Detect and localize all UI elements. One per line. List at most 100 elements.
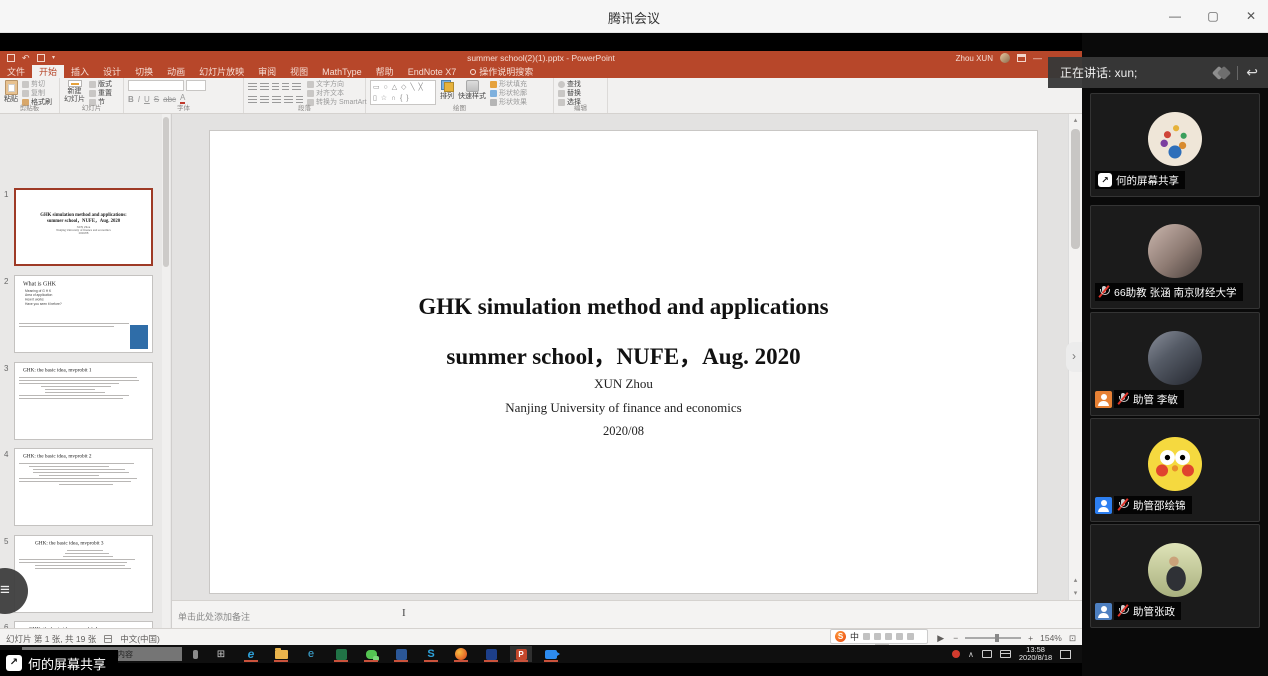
sogou-keyboard-icon[interactable] <box>885 633 892 640</box>
tab-insert[interactable]: 插入 <box>64 65 96 78</box>
tell-me-search[interactable]: 操作说明搜索 <box>463 65 540 78</box>
taskbar-edge-icon[interactable]: e <box>240 646 262 662</box>
qat-dropdown-icon[interactable]: ▾ <box>52 54 60 62</box>
sogou-mic-icon[interactable] <box>874 633 881 640</box>
taskbar-firefox-icon[interactable] <box>450 646 472 662</box>
tab-mathtype[interactable]: MathType <box>315 65 369 78</box>
replace-button[interactable]: 替换 <box>558 90 581 97</box>
align-text-button[interactable]: 对齐文本 <box>307 90 367 97</box>
sogou-emoji-icon[interactable] <box>896 633 903 640</box>
account-name[interactable]: Zhou XUN <box>956 54 993 63</box>
taskbar-skype-icon[interactable]: S <box>420 646 442 662</box>
slideshow-from-start-icon[interactable] <box>37 54 45 62</box>
slide-thumbnail-6[interactable]: GHK: the basic idea, mvprobit 4 <box>14 621 153 628</box>
slide-thumbnail-3[interactable]: GHK: the basic idea, mvprobit 1 <box>14 362 153 440</box>
tray-sogou-icon[interactable] <box>952 650 960 658</box>
shape-fill-button[interactable]: 形状填充 <box>490 81 527 88</box>
account-avatar[interactable] <box>1000 53 1010 63</box>
arrange-button[interactable]: 排列 <box>440 80 454 103</box>
current-slide[interactable]: GHK simulation method and applications s… <box>209 130 1038 594</box>
reset-button[interactable]: 重置 <box>89 90 112 97</box>
tab-help[interactable]: 帮助 <box>369 65 401 78</box>
find-button[interactable]: 查找 <box>558 81 581 88</box>
ppt-minimize-icon[interactable]: — <box>1033 53 1042 63</box>
text-direction-button[interactable]: 文字方向 <box>307 81 367 88</box>
taskbar-powerpoint-icon[interactable]: P <box>510 646 532 662</box>
previous-slide-icon[interactable]: ▴ <box>1069 574 1082 587</box>
tab-file[interactable]: 文件 <box>0 65 32 78</box>
layout-button[interactable]: 版式 <box>89 81 112 88</box>
slide-thumbnail-1[interactable]: GHK simulation method and applications: … <box>14 188 153 266</box>
paste-button[interactable]: 粘贴 <box>4 80 18 103</box>
font-size-input[interactable] <box>186 80 206 91</box>
taskbar-meeting-icon[interactable] <box>540 646 562 662</box>
tab-review[interactable]: 审阅 <box>251 65 283 78</box>
scroll-up-icon[interactable]: ▴ <box>1069 114 1082 127</box>
taskbar-app-icon[interactable] <box>480 646 502 662</box>
scrollbar-thumb[interactable] <box>1071 129 1080 249</box>
participant-tile-screen-share[interactable]: ↗ 何的屏幕共享 <box>1090 93 1260 197</box>
input-mode-label[interactable]: 中 <box>850 630 859 643</box>
participant-tile-zhanghan[interactable]: 66助教 张涵 南京财经大学 <box>1090 205 1260 309</box>
action-center-icon[interactable] <box>1060 650 1071 659</box>
sogou-toolbox-icon[interactable] <box>907 633 914 640</box>
taskbar-word-icon[interactable] <box>390 646 412 662</box>
indent-decrease-icon[interactable] <box>272 83 279 91</box>
fit-to-window-icon[interactable]: ⊡ <box>1069 633 1076 644</box>
cut-button[interactable]: 剪切 <box>22 81 52 88</box>
tab-view[interactable]: 视图 <box>283 65 315 78</box>
taskbar-explorer-icon[interactable] <box>270 646 292 662</box>
ribbon-display-options-icon[interactable] <box>1017 54 1026 62</box>
sidebar-collapse-chevron[interactable]: › <box>1066 342 1082 372</box>
new-slide-button[interactable]: 新建 幻灯片 <box>64 80 85 103</box>
indent-increase-icon[interactable] <box>282 83 289 91</box>
slide-thumbnail-2[interactable]: What is GHK Meaning of G H K Area of app… <box>14 275 153 353</box>
participant-tile-zhangzheng[interactable]: 助管张政 <box>1090 524 1260 628</box>
spellcheck-icon[interactable] <box>104 635 112 643</box>
zoom-out-button[interactable]: − <box>953 633 958 643</box>
tray-message-icon[interactable] <box>982 650 992 658</box>
task-view-icon[interactable]: ⊞ <box>210 646 232 662</box>
shape-outline-button[interactable]: 形状轮廓 <box>490 90 527 97</box>
tab-endnote[interactable]: EndNote X7 <box>401 65 464 78</box>
thumbnail-scrollbar[interactable] <box>162 114 170 628</box>
tray-expand-icon[interactable]: ∧ <box>968 650 974 659</box>
back-arrow-icon[interactable]: ↩ <box>1246 64 1258 81</box>
participant-tile-shaohuijin[interactable]: 助管邵绘锦 <box>1090 418 1260 522</box>
copy-button[interactable]: 复制 <box>22 90 52 97</box>
language-label[interactable]: 中文(中国) <box>120 633 160 645</box>
next-slide-icon[interactable]: ▾ <box>1069 587 1082 600</box>
taskbar-clock[interactable]: 13:58 2020/8/18 <box>1019 646 1052 662</box>
participant-tile-limin[interactable]: 助管 李敏 <box>1090 312 1260 416</box>
font-name-input[interactable] <box>128 80 184 91</box>
close-icon[interactable]: ✕ <box>1240 5 1262 27</box>
slideshow-view-button[interactable]: ▶ <box>935 632 946 644</box>
tray-keyboard-icon[interactable] <box>1000 650 1011 658</box>
zoom-slider[interactable] <box>965 637 1021 639</box>
tab-slideshow[interactable]: 幻灯片放映 <box>192 65 251 78</box>
zoom-level[interactable]: 154% <box>1040 633 1062 643</box>
line-spacing-icon[interactable] <box>292 83 301 91</box>
tab-home[interactable]: 开始 <box>32 65 64 78</box>
bullets-icon[interactable] <box>248 83 257 91</box>
numbering-icon[interactable] <box>260 83 269 91</box>
slide-thumbnail-4[interactable]: GHK: the basic idea, mvprobit 2 <box>14 448 153 526</box>
zoom-in-button[interactable]: + <box>1028 633 1033 643</box>
taskbar-excel-icon[interactable] <box>330 646 352 662</box>
tab-transitions[interactable]: 切换 <box>128 65 160 78</box>
taskbar-mic-icon[interactable] <box>184 646 206 662</box>
taskbar-wechat-icon[interactable] <box>360 646 382 662</box>
sogou-logo-icon[interactable]: S <box>835 631 846 642</box>
maximize-icon[interactable]: ▢ <box>1202 5 1224 27</box>
sogou-tool-icon[interactable] <box>863 633 870 640</box>
save-icon[interactable] <box>7 54 15 62</box>
tab-animations[interactable]: 动画 <box>160 65 192 78</box>
tab-design[interactable]: 设计 <box>96 65 128 78</box>
slide-thumbnail-5[interactable]: GHK: the basic idea, mvprobit 3 <box>14 535 153 613</box>
quick-styles-button[interactable]: 快速样式 <box>458 80 486 103</box>
speaking-label: 正在讲话: xun; <box>1060 64 1214 81</box>
notes-pane[interactable]: 单击此处添加备注 I <box>172 600 1082 628</box>
minimize-icon[interactable]: — <box>1164 5 1186 27</box>
undo-icon[interactable]: ↶ <box>22 54 30 62</box>
taskbar-ie-icon[interactable]: e <box>300 646 322 662</box>
